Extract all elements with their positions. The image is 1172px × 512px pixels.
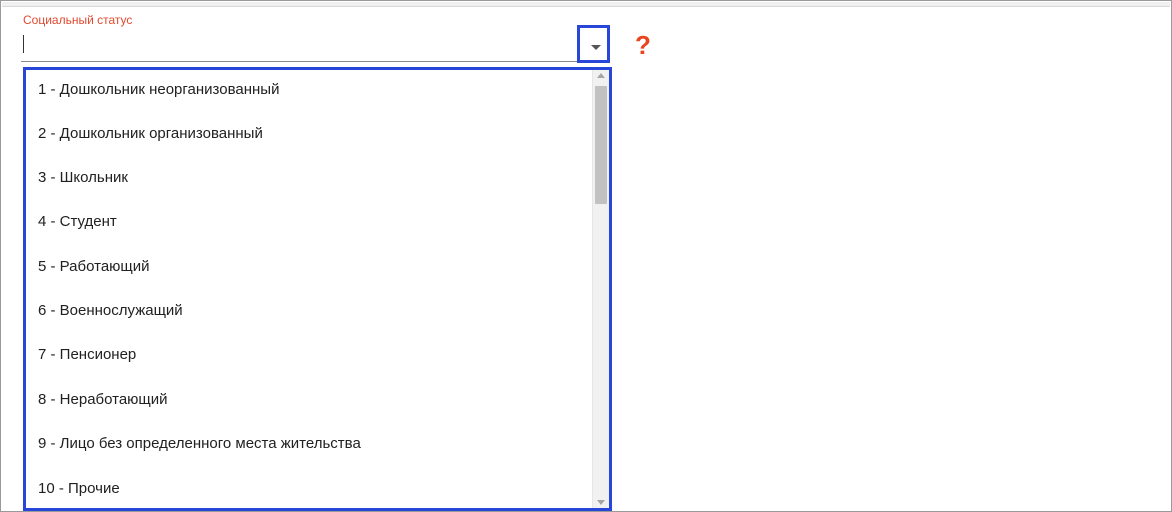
option-1[interactable]: 1 - Дошкольник неорганизованный (38, 78, 279, 102)
option-8[interactable]: 8 - Неработающий (38, 388, 168, 412)
question-mark-icon[interactable]: ? (635, 31, 651, 59)
social-status-input[interactable] (21, 29, 578, 62)
options-scrollbar[interactable] (592, 70, 609, 508)
option-10[interactable]: 10 - Прочие (38, 477, 120, 501)
dropdown-toggle-button[interactable] (577, 25, 610, 63)
option-9[interactable]: 9 - Лицо без определенного места жительс… (38, 432, 361, 456)
option-4[interactable]: 4 - Студент (38, 210, 117, 234)
text-caret (23, 35, 24, 53)
option-2[interactable]: 2 - Дошкольник организованный (38, 122, 263, 146)
window-frame: Социальный статус ? 1 - Дошкольник неорг… (0, 0, 1172, 512)
chevron-down-icon (591, 45, 601, 50)
scroll-up-arrow-icon[interactable] (597, 73, 605, 78)
scroll-thumb[interactable] (595, 86, 607, 204)
option-3[interactable]: 3 - Школьник (38, 166, 128, 190)
scroll-down-arrow-icon[interactable] (597, 500, 605, 505)
frame-top-edge (2, 2, 1170, 7)
option-7[interactable]: 7 - Пенсионер (38, 343, 136, 367)
social-status-label: Социальный статус (23, 13, 133, 27)
social-status-options-list[interactable]: 1 - Дошкольник неорганизованный 2 - Дошк… (23, 67, 612, 511)
option-5[interactable]: 5 - Работающий (38, 255, 150, 279)
option-6[interactable]: 6 - Военнослужащий (38, 299, 183, 323)
